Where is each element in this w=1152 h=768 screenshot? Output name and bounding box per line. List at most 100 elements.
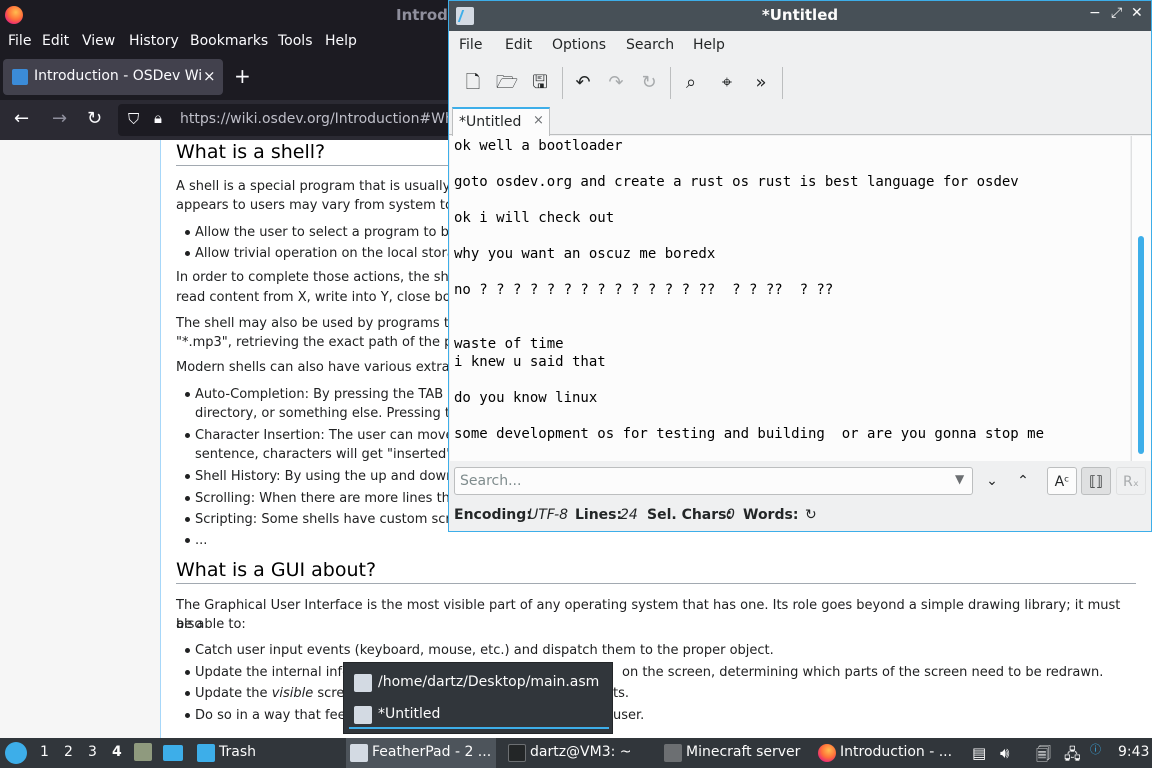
url-text: https://wiki.osdev.org/Introduction#Wh [180, 111, 454, 127]
lines-label: Lines: [575, 507, 623, 523]
toolbar-separator [562, 67, 563, 99]
taskbar-terminal[interactable]: dartz@VM3: ~ [504, 738, 654, 768]
featherpad-window-title: *Untitled [761, 6, 839, 24]
fp-menu-options[interactable]: Options [552, 37, 606, 53]
fp-tab-untitled[interactable]: *Untitled × [452, 107, 550, 136]
editor-line: waste of time [454, 336, 564, 352]
text: Update the [195, 686, 272, 701]
taskbar-minecraft-server[interactable]: Minecraft server [660, 738, 810, 768]
scrollbar-thumb[interactable] [1138, 236, 1144, 454]
find-next-icon[interactable]: ⌄ [977, 467, 1007, 495]
ff-menu-tools[interactable]: Tools [278, 33, 313, 49]
file-manager-icon[interactable] [134, 743, 152, 761]
featherpad-titlebar[interactable]: *Untitled − ⤢ ✕ [449, 1, 1151, 31]
fp-tab-close-icon[interactable]: × [533, 113, 544, 128]
maximize-icon[interactable]: ⤢ [1111, 5, 1122, 21]
undo-icon[interactable]: ↶ [571, 71, 595, 95]
search-history-dropdown-icon[interactable]: ▼ [955, 472, 964, 486]
redo-icon[interactable]: ↷ [604, 71, 628, 95]
open-folder-icon[interactable]: 🗁 [495, 71, 519, 95]
ff-menu-bookmarks[interactable]: Bookmarks [190, 33, 268, 49]
clipboard-icon[interactable]: ▤ [972, 744, 986, 762]
wiki-sidebar [0, 140, 161, 738]
desktop-4[interactable]: 4 [112, 744, 122, 760]
task-label: Minecraft server [686, 744, 801, 760]
ff-menu-history[interactable]: History [129, 33, 179, 49]
list-item-continued: user. [613, 708, 645, 723]
popup-item-untitled[interactable]: *Untitled [351, 701, 607, 729]
find-previous-icon[interactable]: ⌃ [1008, 467, 1038, 495]
start-menu-icon[interactable] [5, 742, 27, 764]
sel-chars-label: Sel. Chars: [647, 507, 733, 523]
editor-line: do you know linux [454, 390, 598, 406]
ff-menu-view[interactable]: View [82, 33, 115, 49]
popup-item-main-asm[interactable]: /home/dartz/Desktop/main.asm [351, 669, 607, 697]
minimize-icon[interactable]: − [1089, 5, 1101, 21]
fp-menu-help[interactable]: Help [693, 37, 725, 53]
fp-tab-label: *Untitled [459, 114, 522, 130]
notification-icon[interactable]: ⓘ [1090, 741, 1101, 757]
emphasis: visible [271, 686, 314, 701]
new-tab-button[interactable]: + [234, 64, 251, 88]
shield-icon[interactable]: ⛉ [128, 110, 139, 128]
show-desktop-icon[interactable] [163, 745, 183, 761]
clock[interactable]: 9:43 [1118, 744, 1149, 760]
save-icon[interactable]: 🖫 [528, 71, 552, 95]
taskbar-trash[interactable]: Trash [193, 738, 263, 768]
desktop-1[interactable]: 1 [40, 744, 49, 760]
search-input[interactable] [454, 467, 973, 495]
editor-line: ok well a bootloader [454, 138, 623, 154]
ff-tab-close-icon[interactable]: × [203, 67, 216, 85]
words-label: Words: [743, 507, 799, 523]
fp-menu-edit[interactable]: Edit [505, 37, 532, 53]
ff-tab-introduction[interactable]: Introduction - OSDev Wik × [3, 59, 223, 95]
whole-word-icon[interactable]: ⟦⟧ [1081, 467, 1111, 495]
editor-line: no ? ? ? ? ? ? ? ? ? ? ? ? ? ?? ? ? ?? ?… [454, 282, 834, 298]
taskbar: 1 2 3 4 Trash FeatherPad - 2 ... dartz@V… [0, 738, 1152, 768]
close-icon[interactable]: ✕ [1131, 5, 1143, 21]
taskbar-firefox[interactable]: Introduction - ... [814, 738, 964, 768]
text-editor[interactable]: ok well a bootloader goto osdev.org and … [450, 136, 1130, 461]
notes-icon[interactable]: 🗐 [1036, 744, 1051, 768]
list-item-continued: ts. [613, 686, 630, 701]
popup-item-label: /home/dartz/Desktop/main.asm [378, 674, 600, 690]
firefox-window-title: Introd [396, 6, 448, 24]
toolbar-separator [670, 67, 671, 99]
encoding-label: Encoding: [454, 507, 532, 523]
regex-icon[interactable]: Rₓ [1116, 467, 1146, 495]
ff-menu-file[interactable]: File [8, 33, 31, 49]
paragraph: be able to: [176, 617, 246, 632]
taskbar-featherpad[interactable]: FeatherPad - 2 ... [346, 738, 496, 768]
find-replace-icon[interactable]: ⌖ [715, 71, 739, 95]
editor-line: i knew u said that [454, 354, 606, 370]
reload-icon[interactable]: ↻ [637, 71, 661, 95]
fp-menu-search[interactable]: Search [626, 37, 674, 53]
heading-rule [176, 583, 1136, 584]
find-icon[interactable]: ⌕ [679, 71, 703, 95]
refresh-words-icon[interactable]: ↻ [805, 507, 817, 523]
network-icon[interactable]: 🖧 [1064, 744, 1081, 768]
url-bar[interactable]: ⛉ 🔒︎ https://wiki.osdev.org/Introduction… [118, 104, 458, 136]
more-chevron-icon[interactable]: » [749, 71, 773, 95]
taskbar-window-preview: /home/dartz/Desktop/main.asm *Untitled [343, 662, 613, 734]
volume-icon[interactable]: 🔊︎ [1000, 744, 1009, 762]
forward-arrow-icon[interactable]: → [52, 108, 67, 129]
desktop-2[interactable]: 2 [64, 744, 73, 760]
desktop-3[interactable]: 3 [88, 744, 97, 760]
ff-menu-edit[interactable]: Edit [42, 33, 69, 49]
featherpad-app-icon [350, 744, 368, 762]
editor-scrollbar[interactable] [1131, 136, 1151, 461]
back-arrow-icon[interactable]: ← [14, 108, 29, 129]
lock-icon[interactable]: 🔒︎ [154, 109, 162, 127]
reload-icon[interactable]: ↻ [87, 108, 102, 129]
osdev-favicon-icon [12, 69, 28, 85]
match-case-icon[interactable]: Aᶜ [1047, 467, 1077, 495]
ff-tab-label: Introduction - OSDev Wik [34, 68, 202, 84]
toolbar-separator [782, 67, 783, 99]
editor-line: some development os for testing and buil… [454, 426, 1045, 442]
featherpad-app-icon [354, 674, 372, 692]
fp-menu-file[interactable]: File [459, 37, 482, 53]
ff-menu-help[interactable]: Help [325, 33, 357, 49]
heading-what-is-a-gui: What is a GUI about? [176, 559, 377, 581]
new-document-icon[interactable]: 🗋 [461, 71, 485, 95]
